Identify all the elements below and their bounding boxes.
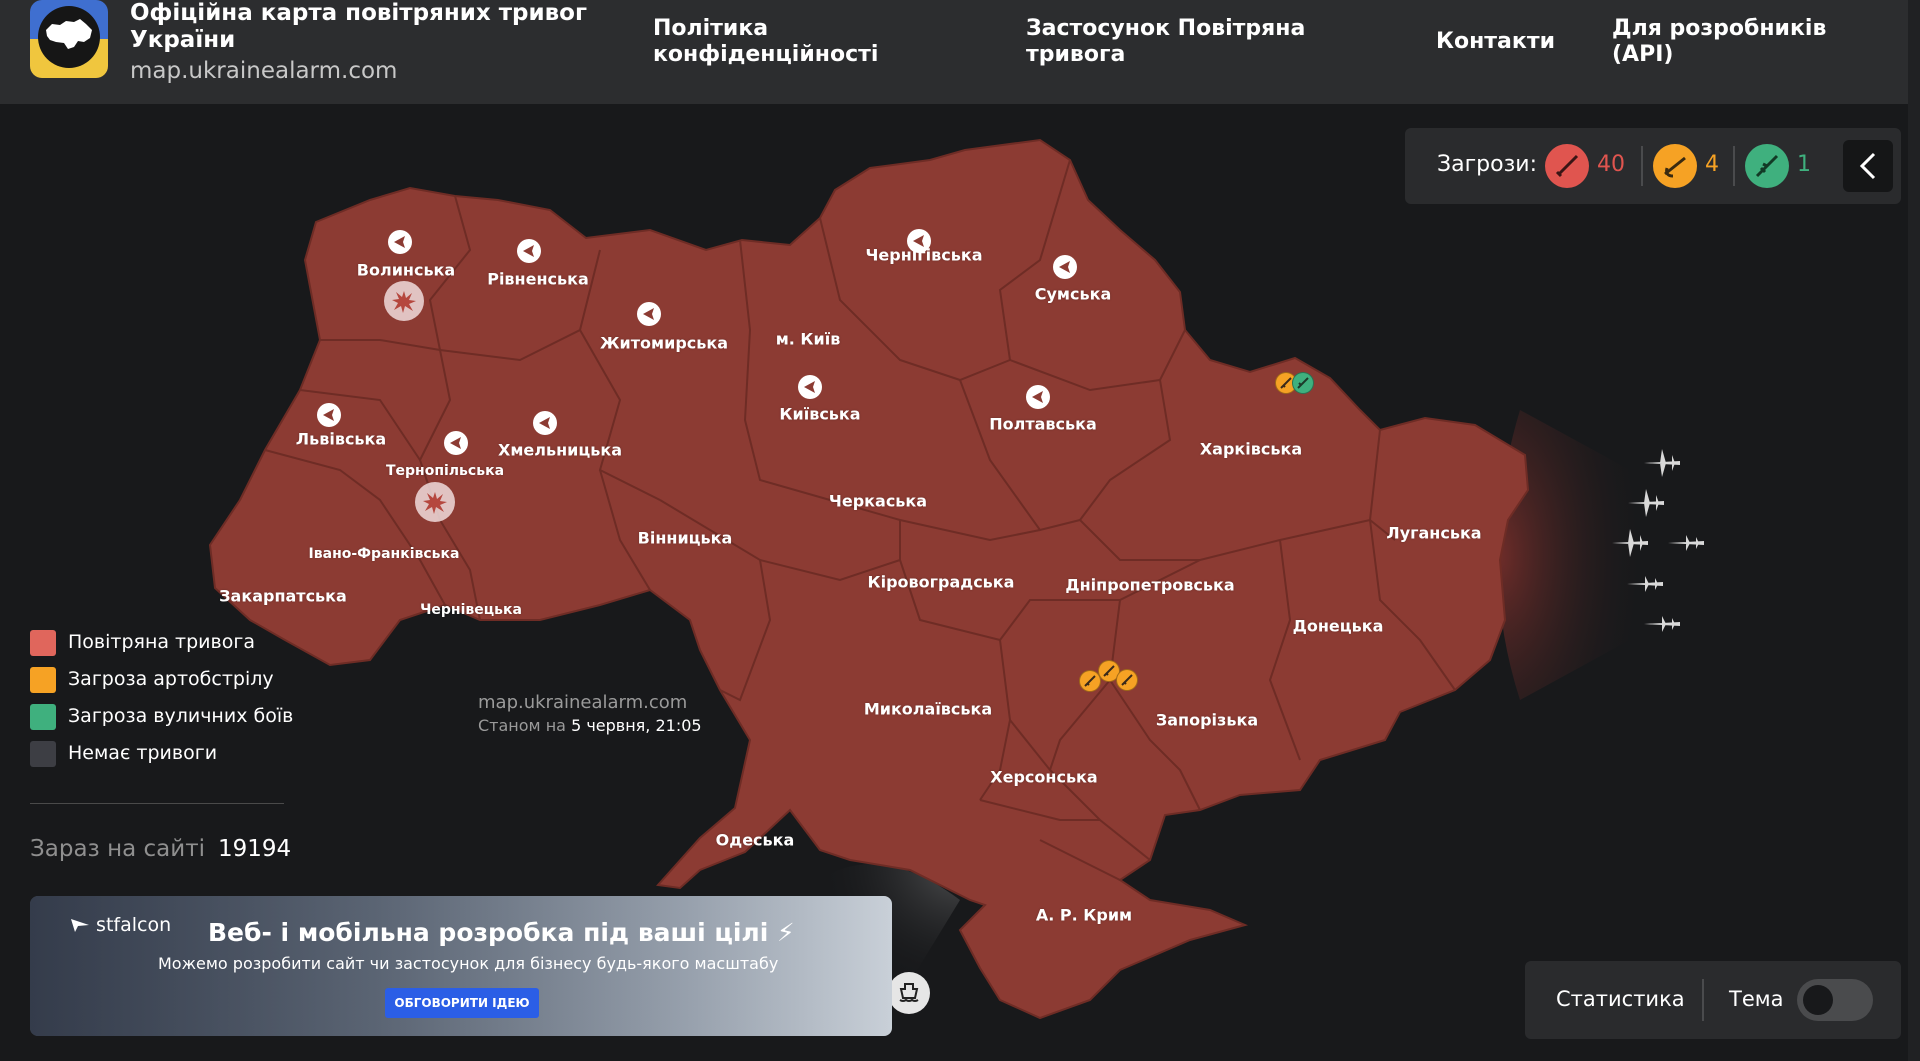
- region-ternopil[interactable]: Тернопільська: [386, 463, 504, 479]
- air-alarm-icon: [1053, 255, 1077, 279]
- map-watermark: map.ukrainealarm.com: [478, 692, 688, 713]
- region-dnipropetrovsk[interactable]: Дніпропетровська: [1065, 576, 1234, 595]
- missile-count: 40: [1597, 152, 1625, 177]
- aircraft-icon: [1642, 447, 1682, 483]
- aircraft-icon: [1666, 527, 1706, 563]
- aircraft-icon: [1610, 527, 1650, 563]
- legend-swatch: [30, 741, 56, 767]
- region-kharkiv[interactable]: Харківська: [1200, 440, 1302, 459]
- legend-label: Немає тривоги: [68, 742, 218, 764]
- threats-separator: [1641, 146, 1643, 186]
- controls-separator: [1702, 979, 1704, 1021]
- region-rivne[interactable]: Рівненська: [487, 270, 589, 289]
- region-kirovohrad[interactable]: Кіровоградська: [868, 573, 1015, 592]
- air-alarm-icon: [317, 403, 341, 427]
- air-alarm-icon: [444, 431, 468, 455]
- region-luhansk[interactable]: Луганська: [1386, 524, 1481, 543]
- street-fighting-icon: [1292, 372, 1314, 394]
- region-crimea[interactable]: А. Р. Крим: [1036, 906, 1132, 925]
- region-odesa[interactable]: Одеська: [716, 831, 795, 850]
- legend-swatch: [30, 630, 56, 656]
- explosion-icon: [384, 281, 424, 321]
- artillery-icon[interactable]: [1653, 144, 1697, 188]
- top-header: Офіційна карта повітряних тривог України…: [0, 0, 1920, 104]
- legend-swatch: [30, 704, 56, 730]
- nav-contacts[interactable]: Контакти: [1436, 29, 1555, 55]
- region-kyiv[interactable]: Київська: [779, 405, 860, 424]
- map-controls: Статистика Тема: [1525, 961, 1901, 1039]
- region-zhytomyr[interactable]: Житомирська: [600, 334, 728, 353]
- air-alarm-icon: [388, 230, 412, 254]
- theme-label: Тема: [1729, 987, 1784, 1011]
- ad-brand: stfalcon: [70, 914, 171, 936]
- region-vinnytsia[interactable]: Вінницька: [638, 529, 733, 548]
- air-alarm-icon: [637, 302, 661, 326]
- map-timestamp: Станом на 5 червня, 21:05: [478, 716, 702, 735]
- ship-icon: [888, 972, 930, 1014]
- artillery-icon: [1116, 669, 1138, 691]
- region-sumy[interactable]: Сумська: [1035, 285, 1112, 304]
- legend-label: Повітряна тривога: [68, 631, 255, 653]
- threats-panel: Загрози: 40 4 1: [1405, 128, 1901, 204]
- air-alarm-icon: [517, 239, 541, 263]
- ukraine-map-icon: [46, 19, 92, 49]
- region-donetsk[interactable]: Донецька: [1293, 617, 1384, 636]
- region-cherkasy[interactable]: Черкаська: [829, 492, 927, 511]
- artillery-count: 4: [1705, 152, 1719, 177]
- site-title: Офіційна карта повітряних тривог України: [130, 0, 588, 53]
- legend-label: Загроза артобстрілу: [68, 668, 274, 690]
- rifle-icon[interactable]: [1745, 144, 1789, 188]
- legend-swatch: [30, 667, 56, 693]
- threats-separator: [1733, 146, 1735, 186]
- air-alarm-icon: [798, 375, 822, 399]
- timestamp-value: 5 червня, 21:05: [571, 716, 702, 735]
- app-logo[interactable]: [30, 0, 108, 78]
- aircraft-icon: [1642, 608, 1682, 644]
- toggle-knob: [1803, 985, 1833, 1015]
- region-khmelnytskyi[interactable]: Хмельницька: [498, 441, 622, 460]
- street-fighting-count: 1: [1797, 152, 1811, 177]
- site-url: map.ukrainealarm.com: [130, 58, 398, 84]
- region-chernivtsi[interactable]: Чернівецька: [420, 602, 522, 618]
- ad-brand-name: stfalcon: [96, 914, 172, 936]
- region-kherson[interactable]: Херсонська: [990, 768, 1097, 787]
- chevron-left-icon: [1859, 152, 1876, 180]
- ad-banner[interactable]: stfalcon Веб- і мобільна розробка під ва…: [30, 896, 892, 1036]
- statistics-button[interactable]: Статистика: [1556, 987, 1685, 1011]
- region-poltava[interactable]: Полтавська: [989, 415, 1097, 434]
- air-alarm-icon: [1026, 385, 1050, 409]
- nav-privacy-policy[interactable]: Політика конфіденційності: [653, 16, 913, 68]
- nav-developers-api[interactable]: Для розробників (API): [1612, 16, 1852, 68]
- region-lviv[interactable]: Львівська: [296, 430, 386, 449]
- collapse-panel-button[interactable]: [1843, 140, 1893, 192]
- threats-label: Загрози:: [1437, 152, 1537, 177]
- theme-toggle[interactable]: [1797, 979, 1873, 1021]
- nav-alarm-app[interactable]: Застосунок Повітряна тривога: [1026, 16, 1316, 68]
- missile-icon[interactable]: [1545, 144, 1589, 188]
- stfalcon-logo-icon: [71, 919, 89, 932]
- region-zaporizhzhia[interactable]: Запорізька: [1156, 711, 1258, 730]
- air-alarm-icon: [907, 229, 931, 253]
- timestamp-prefix: Станом на: [478, 716, 566, 735]
- ad-cta-button[interactable]: ОБГОВОРИТИ ІДЕЮ: [385, 988, 539, 1018]
- aircraft-icon: [1625, 568, 1665, 604]
- air-alarm-icon: [533, 411, 557, 435]
- region-volyn[interactable]: Волинська: [357, 261, 455, 280]
- legend-divider: [30, 803, 284, 804]
- explosion-icon: [415, 482, 455, 522]
- online-count: 19194: [218, 836, 292, 862]
- ad-subtitle: Можемо розробити сайт чи застосунок для …: [158, 954, 779, 973]
- region-kyiv-city[interactable]: м. Київ: [776, 330, 841, 349]
- online-label: Зараз на сайті: [30, 836, 205, 862]
- ad-title: Веб- і мобільна розробка під ваші цілі ⚡: [208, 918, 795, 947]
- legend-label: Загроза вуличних боїв: [68, 705, 294, 727]
- region-mykolaiv[interactable]: Миколаївська: [864, 700, 992, 719]
- aircraft-icon: [1626, 487, 1666, 523]
- region-zakarpattia[interactable]: Закарпатська: [219, 587, 347, 606]
- region-ivano-frankivsk[interactable]: Івано-Франківська: [309, 546, 460, 562]
